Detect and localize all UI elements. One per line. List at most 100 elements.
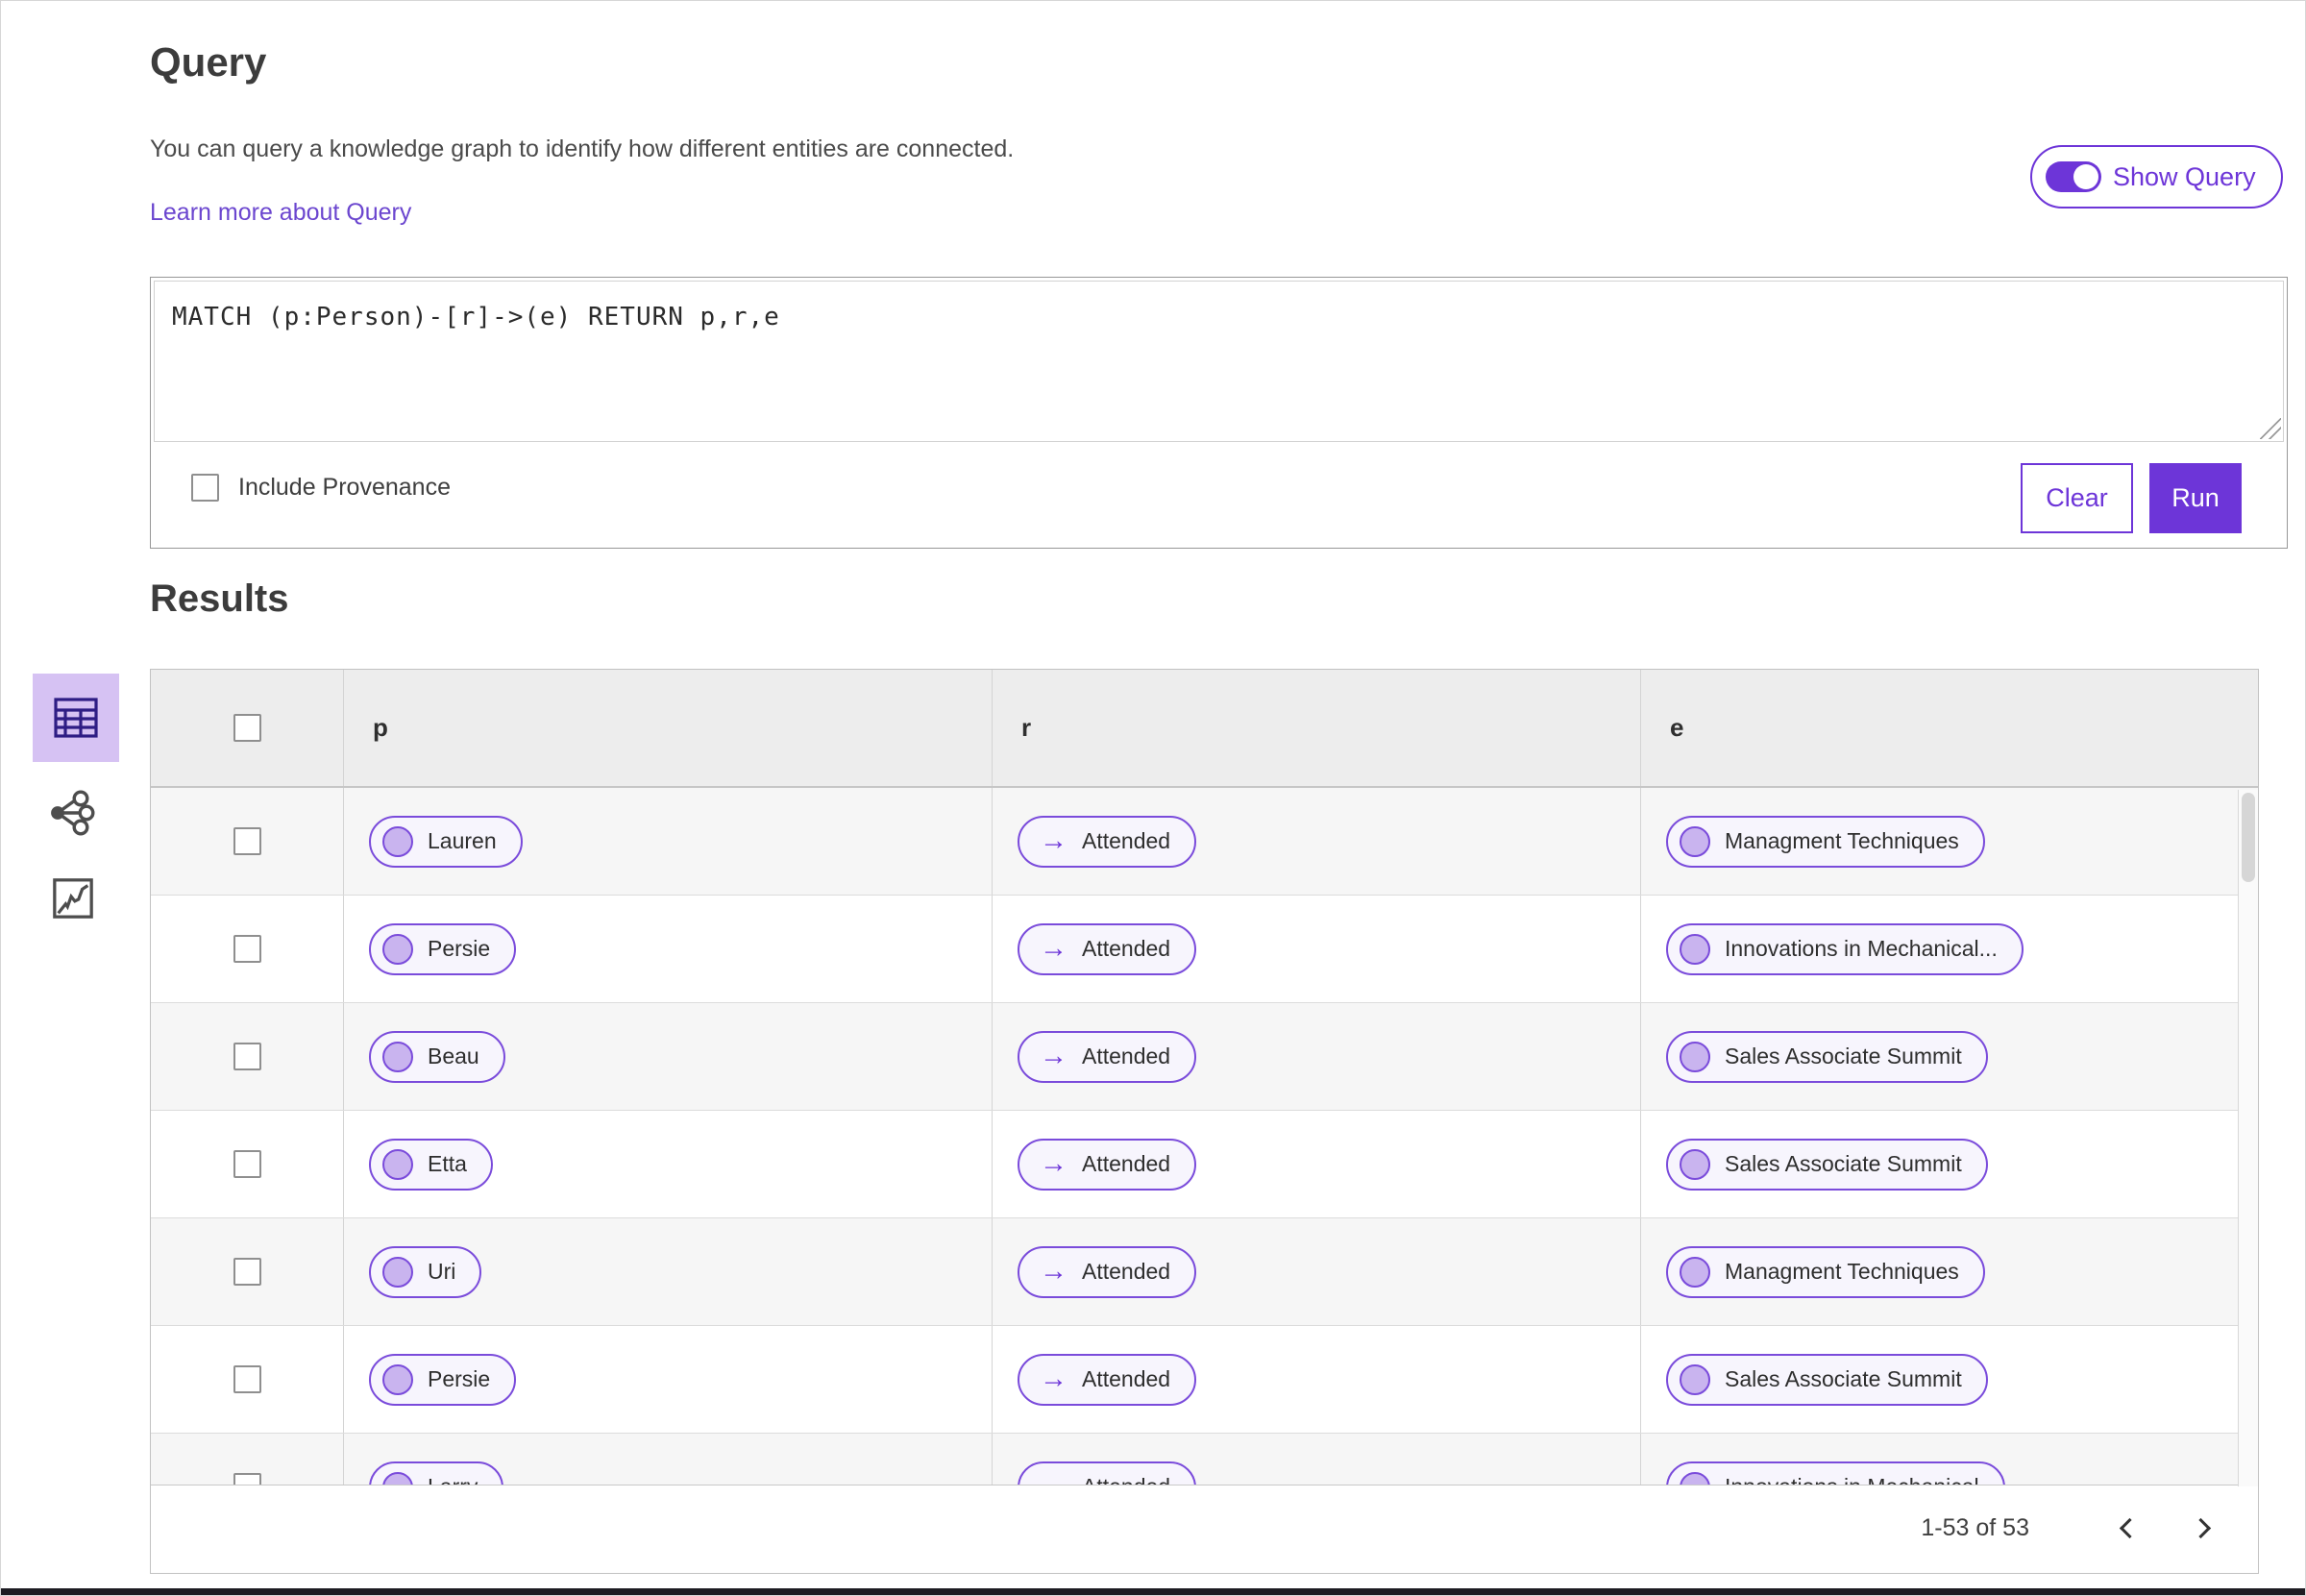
entity-label: Managment Techniques bbox=[1725, 828, 1959, 853]
entity-node-icon bbox=[1680, 1041, 1710, 1072]
entity-node-icon bbox=[382, 1256, 413, 1288]
entity-node-icon bbox=[382, 1041, 413, 1072]
column-header-p[interactable]: p bbox=[344, 713, 388, 743]
run-button[interactable]: Run bbox=[2149, 463, 2242, 533]
row-checkbox[interactable] bbox=[233, 1258, 261, 1286]
entity-pill[interactable]: Innovations in Mechanical... bbox=[1666, 922, 2024, 975]
entity-pill[interactable]: Larry bbox=[369, 1461, 504, 1485]
arrow-right-icon: → bbox=[1040, 1473, 1067, 1486]
table-icon bbox=[54, 698, 98, 738]
entity-label: Innovations in Mechanical bbox=[1725, 1474, 1979, 1485]
results-table: p r e Lauren → Attended Managment Techniq… bbox=[150, 669, 2259, 1574]
entity-node-icon bbox=[1680, 1148, 1710, 1180]
query-description: You can query a knowledge graph to ident… bbox=[150, 135, 1015, 162]
entity-node-icon bbox=[1680, 1471, 1710, 1485]
relation-pill[interactable]: → Attended bbox=[1018, 815, 1197, 868]
entity-node-icon bbox=[382, 825, 413, 857]
toggle-on-icon[interactable] bbox=[2046, 161, 2101, 192]
table-row: Beau → Attended Sales Associate Summit bbox=[151, 1003, 2258, 1111]
entity-pill[interactable]: Managment Techniques bbox=[1666, 815, 1985, 868]
column-header-r[interactable]: r bbox=[993, 713, 1031, 743]
entity-label: Sales Associate Summit bbox=[1725, 1044, 1962, 1068]
entity-node-icon bbox=[1680, 825, 1710, 857]
entity-label: Etta bbox=[428, 1151, 467, 1176]
relation-pill[interactable]: → Attended bbox=[1018, 1138, 1197, 1191]
view-switch-chart[interactable] bbox=[50, 875, 96, 921]
column-header-e[interactable]: e bbox=[1641, 713, 1683, 743]
entity-label: Persie bbox=[428, 1366, 491, 1391]
row-checkbox[interactable] bbox=[233, 935, 261, 963]
entity-node-icon bbox=[382, 1363, 413, 1395]
relation-pill[interactable]: → Attended bbox=[1018, 1461, 1197, 1486]
entity-node-icon bbox=[382, 1148, 413, 1180]
relation-label: Attended bbox=[1082, 936, 1171, 961]
entity-node-icon bbox=[1680, 1256, 1710, 1288]
relation-pill[interactable]: → Attended bbox=[1018, 1353, 1197, 1406]
row-checkbox[interactable] bbox=[233, 1150, 261, 1178]
table-row: Uri → Attended Managment Techniques bbox=[151, 1218, 2258, 1326]
arrow-right-icon: → bbox=[1040, 825, 1067, 856]
entity-label: Persie bbox=[428, 936, 491, 961]
toggle-knob bbox=[2073, 164, 2098, 189]
next-page-button[interactable] bbox=[2181, 1507, 2225, 1551]
entity-pill[interactable]: Lauren bbox=[369, 815, 523, 868]
entity-pill[interactable]: Persie bbox=[369, 1353, 517, 1406]
entity-pill[interactable]: Etta bbox=[369, 1138, 493, 1191]
relation-pill[interactable]: → Attended bbox=[1018, 1030, 1197, 1083]
relation-label: Attended bbox=[1082, 1044, 1171, 1068]
entity-pill[interactable]: Persie bbox=[369, 922, 517, 975]
entity-pill[interactable]: Beau bbox=[369, 1030, 505, 1083]
relation-pill[interactable]: → Attended bbox=[1018, 1245, 1197, 1298]
entity-label: Lauren bbox=[428, 828, 497, 853]
entity-node-icon bbox=[1680, 933, 1710, 965]
table-row: Lauren → Attended Managment Techniques bbox=[151, 788, 2258, 896]
previous-page-button[interactable] bbox=[2104, 1507, 2148, 1551]
relation-pill[interactable]: → Attended bbox=[1018, 922, 1197, 975]
clear-button[interactable]: Clear bbox=[2021, 463, 2133, 533]
entity-label: Innovations in Mechanical... bbox=[1725, 936, 1998, 961]
relation-label: Attended bbox=[1082, 1151, 1171, 1176]
scrollbar-thumb[interactable] bbox=[2242, 793, 2255, 882]
chart-box-icon bbox=[53, 878, 93, 919]
entity-pill[interactable]: Innovations in Mechanical bbox=[1666, 1461, 2005, 1485]
relation-label: Attended bbox=[1082, 828, 1171, 853]
row-checkbox[interactable] bbox=[233, 827, 261, 855]
entity-label: Sales Associate Summit bbox=[1725, 1151, 1962, 1176]
table-scrollbar[interactable] bbox=[2238, 790, 2258, 1486]
learn-more-link[interactable]: Learn more about Query bbox=[150, 199, 411, 227]
chevron-left-icon bbox=[2119, 1517, 2140, 1539]
entity-label: Uri bbox=[428, 1259, 456, 1284]
row-checkbox[interactable] bbox=[233, 1473, 261, 1485]
entity-pill[interactable]: Sales Associate Summit bbox=[1666, 1353, 1988, 1406]
row-checkbox[interactable] bbox=[233, 1043, 261, 1070]
table-row: Etta → Attended Sales Associate Summit bbox=[151, 1111, 2258, 1218]
query-input[interactable]: MATCH (p:Person)-[r]->(e) RETURN p,r,e bbox=[154, 281, 2284, 442]
entity-node-icon bbox=[382, 933, 413, 965]
window-bottom-edge bbox=[1, 1588, 2305, 1595]
view-switch-graph[interactable] bbox=[47, 787, 97, 837]
table-footer: 1-53 of 53 bbox=[151, 1485, 2258, 1571]
resize-handle-icon[interactable] bbox=[2260, 418, 2281, 439]
chevron-right-icon bbox=[2190, 1517, 2211, 1539]
entity-pill[interactable]: Managment Techniques bbox=[1666, 1245, 1985, 1298]
query-section-title: Query bbox=[150, 39, 267, 85]
include-provenance-checkbox[interactable] bbox=[191, 474, 219, 502]
query-editor-panel: MATCH (p:Person)-[r]->(e) RETURN p,r,e I… bbox=[150, 277, 2288, 549]
view-switch-table[interactable] bbox=[33, 674, 119, 762]
app-window: Query You can query a knowledge graph to… bbox=[0, 0, 2306, 1596]
entity-node-icon bbox=[382, 1471, 413, 1485]
entity-label: Managment Techniques bbox=[1725, 1259, 1959, 1284]
row-checkbox[interactable] bbox=[233, 1365, 261, 1393]
entity-label: Sales Associate Summit bbox=[1725, 1366, 1962, 1391]
table-row: Persie → Attended Innovations in Mechanic… bbox=[151, 896, 2258, 1003]
show-query-label: Show Query bbox=[2113, 161, 2256, 191]
entity-pill[interactable]: Uri bbox=[369, 1245, 482, 1298]
include-provenance-label: Include Provenance bbox=[238, 474, 451, 501]
entity-pill[interactable]: Sales Associate Summit bbox=[1666, 1138, 1988, 1191]
arrow-right-icon: → bbox=[1040, 1148, 1067, 1179]
select-all-checkbox[interactable] bbox=[233, 714, 261, 742]
entity-pill[interactable]: Sales Associate Summit bbox=[1666, 1030, 1988, 1083]
show-query-toggle[interactable]: Show Query bbox=[2030, 145, 2283, 209]
include-provenance-row: Include Provenance bbox=[191, 474, 451, 502]
table-row: Persie → Attended Sales Associate Summit bbox=[151, 1326, 2258, 1434]
